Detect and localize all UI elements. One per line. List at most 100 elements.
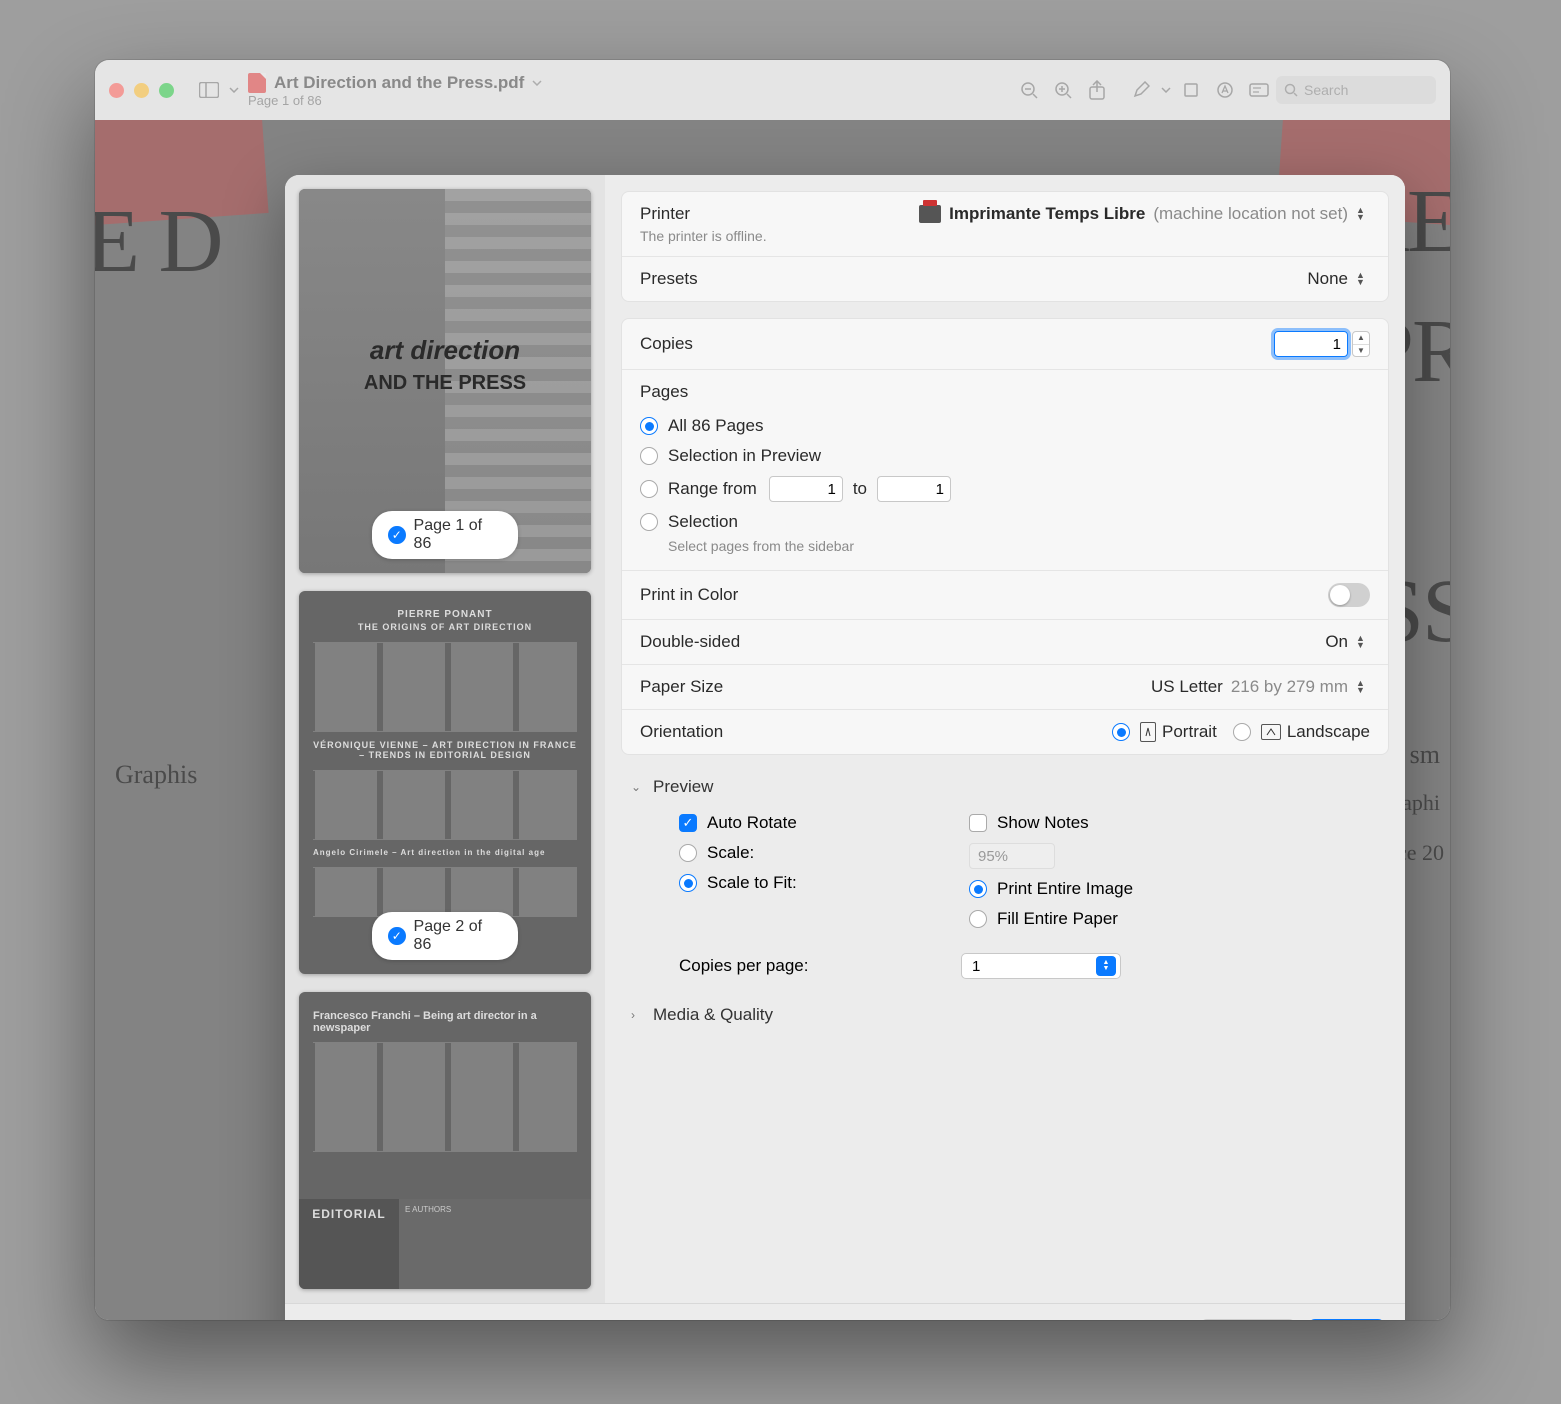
scale-percent-input[interactable]: 95% [969,843,1055,869]
radio-icon [640,480,658,498]
zoom-in-icon[interactable] [1046,75,1080,105]
chevron-right-icon: › [631,1008,645,1022]
dialog-footer: ? PDF Cancel Print [285,1303,1405,1320]
traffic-lights [109,83,174,98]
preview-section: ⌄ Preview ✓Auto Rotate Scale: Scale to F… [605,771,1405,999]
share-icon[interactable] [1080,75,1114,105]
fill-entire-paper-radio[interactable]: Fill Entire Paper [969,909,1379,929]
titlebar: Art Direction and the Press.pdf Page 1 o… [95,60,1450,120]
range-to-input[interactable] [877,476,951,502]
preview-disclosure-toggle[interactable]: ⌄ Preview [631,771,1379,803]
thumb2-badge: ✓ Page 2 of 86 [372,912,518,960]
paper-dimensions: 216 by 279 mm [1231,677,1348,697]
radio-icon [640,417,658,435]
search-input[interactable]: Search [1276,76,1436,104]
copies-stepper[interactable]: ▲▼ [1352,331,1370,357]
thumbnail-page-1[interactable]: art directionAND THE PRESS ✓ Page 1 of 8… [299,189,591,573]
radio-icon [679,844,697,862]
orientation-portrait-radio[interactable]: Portrait [1112,722,1217,742]
markup-icon[interactable] [1124,75,1158,105]
printer-location: (machine location not set) [1153,204,1348,224]
updown-icon[interactable]: ▲▼ [1356,270,1370,288]
pages-all-radio[interactable]: All 86 Pages [640,416,1370,436]
radio-icon [1112,723,1130,741]
paper-size-row[interactable]: Paper Size US Letter 216 by 279 mm ▲▼ [622,665,1388,710]
markup-tools-icon[interactable] [1208,75,1242,105]
pages-selection-radio[interactable]: Selection [640,512,1370,532]
paper-size-value: US Letter [1151,677,1223,697]
range-from-input[interactable] [769,476,843,502]
minimize-icon[interactable] [134,83,149,98]
chevron-down-icon[interactable] [226,75,242,105]
pages-selection-hint: Select pages from the sidebar [668,538,1370,554]
landscape-icon [1261,724,1281,740]
check-icon: ✓ [388,526,406,544]
search-icon [1284,83,1298,97]
printer-label: Printer [640,204,690,224]
copies-input[interactable] [1274,331,1348,357]
thumbnail-page-2[interactable]: PIERRE PONANT THE ORIGINS OF ART DIRECTI… [299,591,591,975]
select-arrows-icon: ▲▼ [1096,956,1116,976]
presets-value: None [1307,269,1348,289]
page-status: Page 1 of 86 [248,93,542,108]
print-button[interactable]: Print [1308,1319,1385,1321]
radio-icon [969,880,987,898]
radio-icon [679,874,697,892]
portrait-icon [1140,722,1156,742]
thumb1-overlay: art directionAND THE PRESS [299,335,591,396]
print-color-row: Print in Color [622,571,1388,620]
pages-selection-preview-radio[interactable]: Selection in Preview [640,446,1370,466]
updown-icon[interactable]: ▲▼ [1356,678,1370,696]
pages-range-radio[interactable]: Range from to [640,476,1370,502]
sidebar-toggle-icon[interactable] [192,75,226,105]
orientation-landscape-radio[interactable]: Landscape [1233,722,1370,742]
printer-name: Imprimante Temps Libre [949,204,1145,224]
media-quality-disclosure-toggle[interactable]: › Media & Quality [631,999,1379,1031]
preview-window: Art Direction and the Press.pdf Page 1 o… [95,60,1450,1320]
radio-icon [1233,723,1251,741]
double-sided-value: On [1325,632,1348,652]
updown-icon[interactable]: ▲▼ [1356,633,1370,651]
document-title: Art Direction and the Press.pdf [274,73,524,93]
scale-radio[interactable]: Scale: [679,843,969,863]
pdf-file-icon [248,73,266,93]
print-settings: Printer Imprimante Temps Libre (machine … [605,175,1405,1303]
print-dialog: art directionAND THE PRESS ✓ Page 1 of 8… [285,175,1405,1320]
presets-row[interactable]: Presets None ▲▼ [622,257,1388,301]
zoom-out-icon[interactable] [1012,75,1046,105]
radio-icon [640,447,658,465]
cancel-button[interactable]: Cancel [1200,1319,1296,1321]
title-chevron-icon[interactable] [532,80,542,86]
page-thumbnails[interactable]: art directionAND THE PRESS ✓ Page 1 of 8… [285,175,605,1303]
scale-to-fit-radio[interactable]: Scale to Fit: [679,873,969,893]
print-entire-image-radio[interactable]: Print Entire Image [969,879,1379,899]
copies-per-page-label: Copies per page: [679,956,941,976]
pages-row: Pages All 86 Pages Selection in Preview … [622,370,1388,571]
maximize-icon[interactable] [159,83,174,98]
chevron-down-icon: ⌄ [631,780,645,794]
copies-per-page-select[interactable]: 1 ▲▼ [961,953,1121,979]
radio-icon [969,910,987,928]
auto-rotate-checkbox[interactable]: ✓Auto Rotate [679,813,969,833]
rotate-icon[interactable] [1174,75,1208,105]
search-placeholder: Search [1304,82,1348,98]
thumbnail-page-3[interactable]: Francesco Franchi – Being art director i… [299,992,591,1289]
media-quality-section: › Media & Quality [605,999,1405,1031]
pdf-menu-button[interactable]: PDF [345,1320,423,1321]
printer-row[interactable]: Printer Imprimante Temps Libre (machine … [622,192,1388,257]
thumb1-badge: ✓ Page 1 of 86 [372,511,518,559]
updown-icon[interactable]: ▲▼ [1356,205,1370,223]
copies-row: Copies ▲▼ [622,319,1388,370]
double-sided-row[interactable]: Double-sided On ▲▼ [622,620,1388,665]
print-color-toggle[interactable] [1328,583,1370,607]
radio-icon [640,513,658,531]
close-icon[interactable] [109,83,124,98]
form-icon[interactable] [1242,75,1276,105]
orientation-row: Orientation Portrait [622,710,1388,754]
check-icon: ✓ [388,927,406,945]
checkbox-icon [969,814,987,832]
chevron-down-icon[interactable] [1158,75,1174,105]
show-notes-checkbox[interactable]: Show Notes [969,813,1379,833]
printer-status: The printer is offline. [640,228,767,244]
title-block: Art Direction and the Press.pdf Page 1 o… [248,73,542,108]
